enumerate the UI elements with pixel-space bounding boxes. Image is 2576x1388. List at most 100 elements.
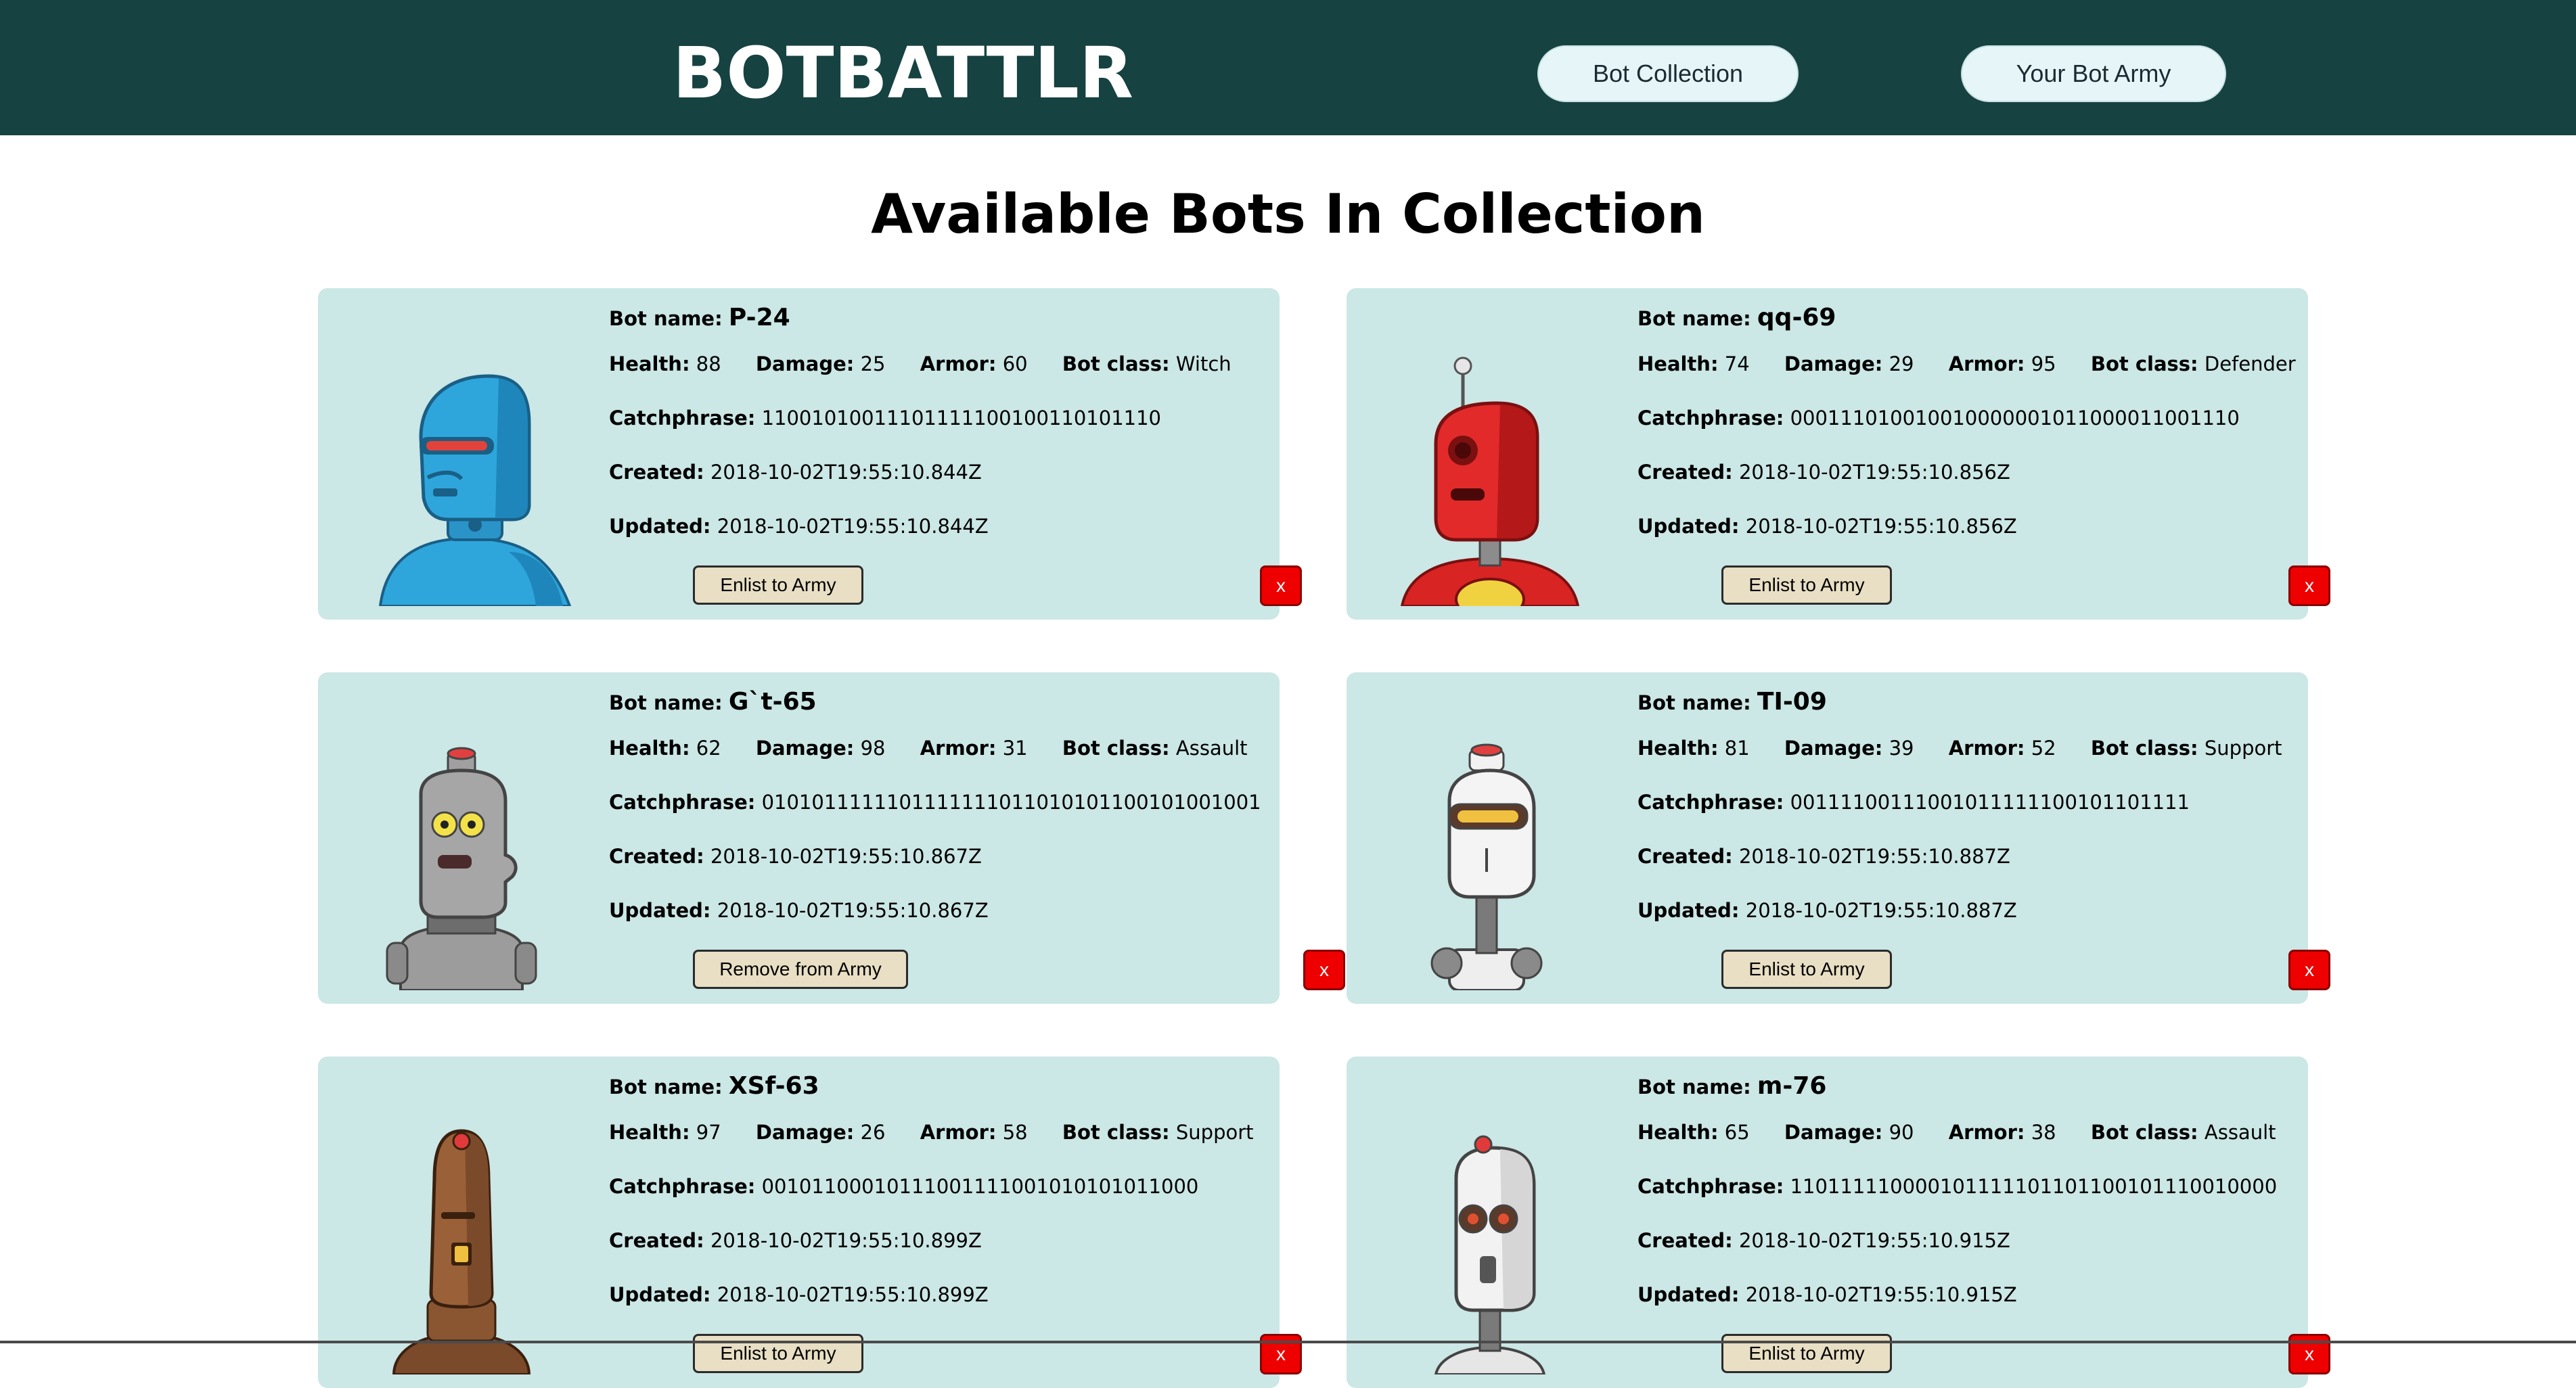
created-value: 2018-10-02T19:55:10.887Z (1738, 845, 2010, 868)
updated-value: 2018-10-02T19:55:10.844Z (717, 515, 989, 538)
catchphrase-value: 000111010010010000001011000011001110 (1790, 407, 2240, 430)
bot-class-value: Witch (1175, 352, 1231, 375)
armor-label: Armor: (1948, 737, 2025, 760)
updated-value: 2018-10-02T19:55:10.867Z (717, 899, 989, 922)
armor-label: Armor: (1948, 352, 2025, 375)
bot-card[interactable]: Bot name: G`t-65 Health: 62 Damage: 98 A… (318, 672, 1345, 1004)
updated-label: Updated: (609, 899, 711, 922)
bot-class-label: Bot class: (2090, 1121, 2198, 1144)
catchphrase-label: Catchphrase: (609, 407, 756, 430)
brown-robot-avatar-icon (392, 1129, 531, 1374)
bot-card[interactable]: Bot name: P-24 Health: 88 Damage: 25 Arm… (318, 288, 1302, 620)
updated-label: Updated: (1637, 1283, 1740, 1306)
catchphrase-value: 11001010011101111100100110101110 (761, 407, 1161, 430)
updated-row: Updated: 2018-10-02T19:55:10.899Z (609, 1281, 989, 1308)
bot-stats-row: Health: 97 Damage: 26 Armor: 58 Bot clas… (609, 1119, 1282, 1146)
bot-name-row: Bot name: qq-69 (1637, 304, 1836, 332)
bot-class-value: Support (2204, 737, 2282, 760)
catchphrase-label: Catchphrase: (1637, 1175, 1784, 1198)
app-brand: BOTBATTLR (673, 32, 1133, 114)
enlist-to-army-button[interactable]: Enlist to Army (1721, 1334, 1892, 1373)
damage-label: Damage: (755, 737, 855, 760)
created-row: Created: 2018-10-02T19:55:10.844Z (609, 459, 982, 486)
bot-name-label: Bot name: (609, 1075, 723, 1098)
damage-value: 29 (1889, 352, 1914, 375)
enlist-to-army-button[interactable]: Enlist to Army (1721, 565, 1892, 605)
bot-stats-row: Health: 81 Damage: 39 Armor: 52 Bot clas… (1637, 735, 2311, 762)
bot-collection-button[interactable]: Bot Collection (1537, 45, 1799, 102)
bot-name-label: Bot name: (1637, 1075, 1751, 1098)
armor-label: Armor: (920, 1121, 997, 1144)
damage-value: 98 (860, 737, 886, 760)
health-value: 74 (1724, 352, 1750, 375)
bot-card[interactable]: Bot name: qq-69 Health: 74 Damage: 29 Ar… (1347, 288, 2330, 620)
delete-bot-button[interactable]: x (1303, 950, 1345, 990)
grey-robot-avatar-icon (386, 747, 537, 990)
damage-label: Damage: (1784, 737, 1883, 760)
created-row: Created: 2018-10-02T19:55:10.887Z (1637, 843, 2010, 870)
created-value: 2018-10-02T19:55:10.867Z (710, 845, 982, 868)
health-label: Health: (609, 352, 690, 375)
red-robot-avatar-icon (1400, 356, 1580, 606)
bot-stats-row: Health: 88 Damage: 25 Armor: 60 Bot clas… (609, 350, 1260, 377)
damage-label: Damage: (755, 352, 855, 375)
armor-label: Armor: (920, 352, 997, 375)
top-navbar: BOTBATTLR Bot Collection Your Bot Army (0, 0, 2576, 135)
damage-value: 39 (1889, 737, 1914, 760)
delete-bot-button[interactable]: x (2288, 565, 2330, 606)
health-label: Health: (609, 737, 690, 760)
catchphrase-label: Catchphrase: (1637, 791, 1784, 814)
enlist-to-army-button[interactable]: Enlist to Army (1721, 950, 1892, 989)
bot-stats-row: Health: 62 Damage: 98 Armor: 31 Bot clas… (609, 735, 1276, 762)
created-row: Created: 2018-10-02T19:55:10.856Z (1637, 459, 2010, 486)
health-value: 65 (1724, 1121, 1750, 1144)
created-value: 2018-10-02T19:55:10.856Z (1738, 461, 2010, 484)
delete-bot-button[interactable]: x (2288, 950, 2330, 990)
catchphrase-value: 0101011111101111111011010101100101001001 (761, 791, 1261, 814)
updated-row: Updated: 2018-10-02T19:55:10.844Z (609, 513, 989, 540)
armor-value: 58 (1002, 1121, 1028, 1144)
created-label: Created: (1637, 461, 1733, 484)
damage-value: 25 (860, 352, 886, 375)
bot-name-row: Bot name: TI-09 (1637, 689, 1827, 716)
health-label: Health: (1637, 352, 1719, 375)
armor-label: Armor: (920, 737, 997, 760)
bot-name-row: Bot name: G`t-65 (609, 689, 817, 716)
delete-bot-button[interactable]: x (1260, 565, 1302, 606)
your-bot-army-button[interactable]: Your Bot Army (1961, 45, 2226, 102)
created-label: Created: (609, 1229, 704, 1252)
health-value: 81 (1724, 737, 1750, 760)
white-robot-avatar-icon (1430, 743, 1543, 990)
bot-card[interactable]: Bot name: TI-09 Health: 81 Damage: 39 Ar… (1347, 672, 2330, 1004)
enlist-to-army-button[interactable]: Enlist to Army (693, 565, 863, 605)
bot-card[interactable]: Bot name: XSf-63 Health: 97 Damage: 26 A… (318, 1057, 1302, 1388)
catchphrase-row: Catchphrase: 110111110000101111101101100… (1637, 1173, 2277, 1200)
updated-row: Updated: 2018-10-02T19:55:10.887Z (1637, 897, 2017, 924)
delete-bot-button[interactable]: x (1260, 1334, 1302, 1374)
bot-class-value: Assault (2204, 1121, 2276, 1144)
bot-stats-row: Health: 65 Damage: 90 Armor: 38 Bot clas… (1637, 1119, 2305, 1146)
remove-from-army-button[interactable]: Remove from Army (693, 950, 908, 989)
health-value: 97 (696, 1121, 721, 1144)
delete-bot-button[interactable]: x (2288, 1334, 2330, 1374)
bot-class-label: Bot class: (1062, 1121, 1170, 1144)
bot-name-row: Bot name: m-76 (1637, 1073, 1826, 1101)
health-label: Health: (1637, 737, 1719, 760)
white-red-robot-avatar-icon (1434, 1135, 1546, 1374)
damage-label: Damage: (755, 1121, 855, 1144)
armor-value: 38 (2031, 1121, 2056, 1144)
blue-robot-avatar-icon (378, 374, 572, 606)
enlist-to-army-button[interactable]: Enlist to Army (693, 1334, 863, 1373)
updated-label: Updated: (609, 1283, 711, 1306)
catchphrase-value: 110111110000101111101101100101110010000 (1790, 1175, 2278, 1198)
created-value: 2018-10-02T19:55:10.915Z (1738, 1229, 2010, 1252)
damage-value: 90 (1889, 1121, 1914, 1144)
bot-name-value: G`t-65 (728, 688, 817, 716)
bot-card[interactable]: Bot name: m-76 Health: 65 Damage: 90 Arm… (1347, 1057, 2330, 1388)
bot-name-value: XSf-63 (728, 1072, 819, 1100)
created-label: Created: (609, 461, 704, 484)
health-label: Health: (609, 1121, 690, 1144)
catchphrase-row: Catchphrase: 110010100111011111001001101… (609, 404, 1161, 432)
updated-value: 2018-10-02T19:55:10.887Z (1745, 899, 2017, 922)
updated-label: Updated: (609, 515, 711, 538)
